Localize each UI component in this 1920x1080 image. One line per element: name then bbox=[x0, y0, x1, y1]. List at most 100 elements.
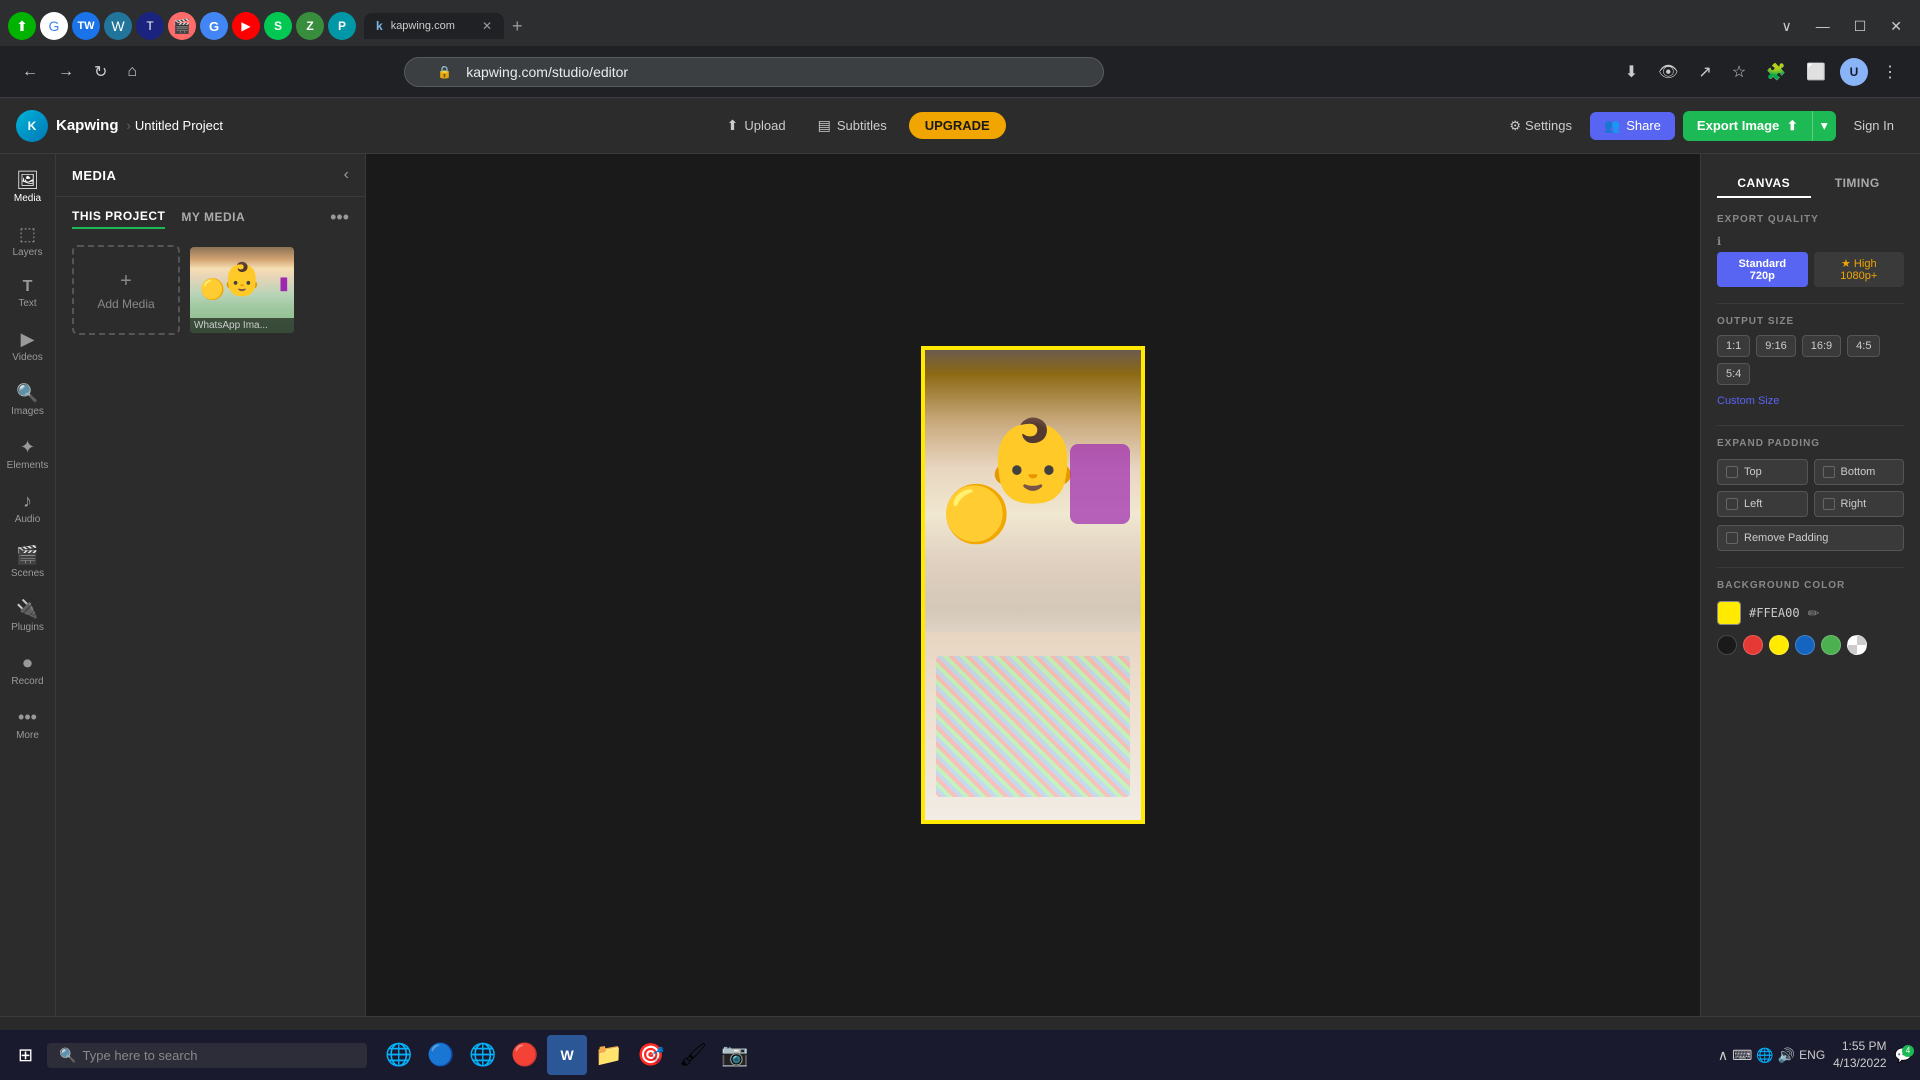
sidebar-item-plugins[interactable]: 🔌 Plugins bbox=[4, 591, 52, 641]
sidebar-item-layers[interactable]: ⬚ Layers bbox=[4, 216, 52, 266]
project-name[interactable]: Untitled Project bbox=[135, 118, 223, 133]
favicon-app6[interactable]: 🎬 bbox=[168, 12, 196, 40]
sidebar-item-audio[interactable]: ♪ Audio bbox=[4, 483, 52, 533]
size-1-1[interactable]: 1:1 bbox=[1717, 335, 1750, 357]
favicon-p[interactable]: P bbox=[328, 12, 356, 40]
lens-icon[interactable]: 👁 bbox=[1652, 56, 1684, 88]
size-16-9[interactable]: 16:9 bbox=[1802, 335, 1841, 357]
color-preset-yellow[interactable] bbox=[1769, 635, 1789, 655]
taskbar-network-icon[interactable]: 🌐 bbox=[1756, 1047, 1773, 1064]
start-button[interactable]: ⊞ bbox=[8, 1039, 43, 1072]
media-more-button[interactable]: ••• bbox=[330, 207, 349, 228]
size-5-4[interactable]: 5:4 bbox=[1717, 363, 1750, 385]
taskbar-time[interactable]: 1:55 PM 4/13/2022 bbox=[1833, 1038, 1886, 1072]
upgrade-button[interactable]: UPGRADE bbox=[909, 112, 1006, 139]
taskbar-app-camera[interactable]: 📷 bbox=[715, 1035, 755, 1075]
export-button[interactable]: Export Image ⬆ bbox=[1683, 111, 1812, 141]
favicon-wp[interactable]: W bbox=[104, 12, 132, 40]
tab-my-media[interactable]: MY MEDIA bbox=[181, 206, 245, 228]
win-restore-button[interactable]: — bbox=[1806, 14, 1840, 39]
media-thumb-whatsapp[interactable]: 👶 🟡 ▮ WhatsApp Ima... bbox=[188, 245, 296, 335]
notification-icon[interactable]: 💬 4 bbox=[1895, 1047, 1912, 1064]
sidebar-item-scenes[interactable]: 🎬 Scenes bbox=[4, 537, 52, 587]
sidebar-item-media[interactable]: 🖼 Media bbox=[4, 162, 52, 212]
home-button[interactable]: ⌂ bbox=[121, 57, 143, 87]
taskbar-up-arrow[interactable]: ∧ bbox=[1718, 1047, 1728, 1064]
win-maximize-button[interactable]: ☐ bbox=[1844, 14, 1877, 39]
panel-collapse-button[interactable]: ‹ bbox=[344, 166, 349, 184]
profile-icon[interactable]: ⬜ bbox=[1800, 56, 1832, 88]
sidebar-item-elements[interactable]: ✦ Elements bbox=[1, 429, 55, 479]
standard-quality-button[interactable]: Standard 720p bbox=[1717, 252, 1808, 287]
taskbar-app-paint[interactable]: 🖌 bbox=[673, 1035, 713, 1075]
taskbar-app-files[interactable]: 📁 bbox=[589, 1035, 629, 1075]
refresh-button[interactable]: ↻ bbox=[88, 56, 113, 88]
profile-avatar[interactable]: U bbox=[1840, 58, 1868, 86]
color-preset-black[interactable] bbox=[1717, 635, 1737, 655]
favicon-yt[interactable]: ▶ bbox=[232, 12, 260, 40]
subtitles-button[interactable]: ▤ Subtitles bbox=[808, 111, 897, 140]
remove-padding-button[interactable]: Remove Padding bbox=[1717, 525, 1904, 551]
tab-this-project[interactable]: THIS PROJECT bbox=[72, 205, 165, 229]
canvas-area[interactable]: 👶 🟡 bbox=[366, 154, 1700, 1016]
taskbar-app-word[interactable]: W bbox=[547, 1035, 587, 1075]
sidebar-item-images[interactable]: 🔍 Images bbox=[4, 375, 52, 425]
padding-left-button[interactable]: Left bbox=[1717, 491, 1808, 517]
size-4-5[interactable]: 4:5 bbox=[1847, 335, 1880, 357]
new-tab-button[interactable]: + bbox=[504, 12, 531, 41]
taskbar-lang[interactable]: ENG bbox=[1799, 1048, 1825, 1062]
back-button[interactable]: ← bbox=[16, 57, 44, 87]
sidebar-item-videos[interactable]: ▶ Videos bbox=[4, 321, 52, 371]
padding-top-button[interactable]: Top bbox=[1717, 459, 1808, 485]
favicon-tv[interactable]: T bbox=[136, 12, 164, 40]
win-close-button[interactable]: ✕ bbox=[1880, 14, 1912, 39]
tab-timing[interactable]: TIMING bbox=[1811, 170, 1905, 198]
color-preset-blue[interactable] bbox=[1795, 635, 1815, 655]
sidebar-item-more[interactable]: ••• More bbox=[4, 699, 52, 749]
favicon-tw[interactable]: TW bbox=[72, 12, 100, 40]
taskbar-app-chrome[interactable]: 🔵 bbox=[421, 1035, 461, 1075]
taskbar-app-ie[interactable]: 🌐 bbox=[379, 1035, 419, 1075]
favicon-google[interactable]: G bbox=[40, 12, 68, 40]
padding-right-button[interactable]: Right bbox=[1814, 491, 1905, 517]
color-picker-icon[interactable]: ✏ bbox=[1808, 605, 1820, 622]
color-preset-transparent[interactable] bbox=[1847, 635, 1867, 655]
tab-canvas[interactable]: CANVAS bbox=[1717, 170, 1811, 198]
taskbar-app-opera[interactable]: 🔴 bbox=[505, 1035, 545, 1075]
add-media-button[interactable]: + Add Media bbox=[72, 245, 180, 335]
settings-button[interactable]: ⚙ Settings bbox=[1499, 112, 1582, 140]
upload-button[interactable]: ⬆ Upload bbox=[717, 111, 796, 140]
sidebar-item-record[interactable]: ⏺ Record bbox=[4, 645, 52, 695]
taskbar-search[interactable]: 🔍 Type here to search bbox=[47, 1043, 367, 1068]
taskbar-app-dart[interactable]: 🎯 bbox=[631, 1035, 671, 1075]
favicon-z[interactable]: Z bbox=[296, 12, 324, 40]
share-button[interactable]: 👥 Share bbox=[1590, 112, 1675, 140]
color-preset-red[interactable] bbox=[1743, 635, 1763, 655]
taskbar-app-edge[interactable]: 🌐 bbox=[463, 1035, 503, 1075]
background-color-swatch[interactable] bbox=[1717, 601, 1741, 625]
sidebar-item-text[interactable]: T Text bbox=[4, 270, 52, 317]
address-bar-input[interactable]: 🔒 kapwing.com/studio/editor bbox=[404, 57, 1104, 87]
tab-close-icon[interactable]: ✕ bbox=[482, 19, 492, 33]
padding-bottom-button[interactable]: Bottom bbox=[1814, 459, 1905, 485]
favicon-upwork[interactable]: ⬆ bbox=[8, 12, 36, 40]
high-quality-button[interactable]: ★ High 1080p+ bbox=[1814, 252, 1904, 287]
share-icon[interactable]: ↗ bbox=[1692, 56, 1717, 88]
win-minimize-button[interactable]: ∨ bbox=[1771, 14, 1801, 39]
forward-button[interactable]: → bbox=[52, 57, 80, 87]
color-preset-green[interactable] bbox=[1821, 635, 1841, 655]
menu-icon[interactable]: ⋮ bbox=[1876, 56, 1904, 88]
favicon-s[interactable]: S bbox=[264, 12, 292, 40]
bookmark-icon[interactable]: ☆ bbox=[1726, 56, 1752, 88]
add-media-label: Add Media bbox=[97, 297, 154, 311]
favicon-google2[interactable]: G bbox=[200, 12, 228, 40]
export-dropdown-button[interactable]: ▾ bbox=[1812, 111, 1836, 141]
download-icon[interactable]: ⬇ bbox=[1619, 56, 1644, 88]
taskbar-sound-icon[interactable]: 🔊 bbox=[1778, 1047, 1795, 1064]
custom-size-button[interactable]: Custom Size bbox=[1717, 393, 1779, 409]
signin-button[interactable]: Sign In bbox=[1844, 112, 1904, 139]
size-9-16[interactable]: 9:16 bbox=[1756, 335, 1795, 357]
extensions-icon[interactable]: 🧩 bbox=[1760, 56, 1792, 88]
active-tab[interactable]: k kapwing.com ✕ bbox=[364, 13, 504, 39]
taskbar-keyboard-icon[interactable]: ⌨ bbox=[1732, 1047, 1752, 1064]
